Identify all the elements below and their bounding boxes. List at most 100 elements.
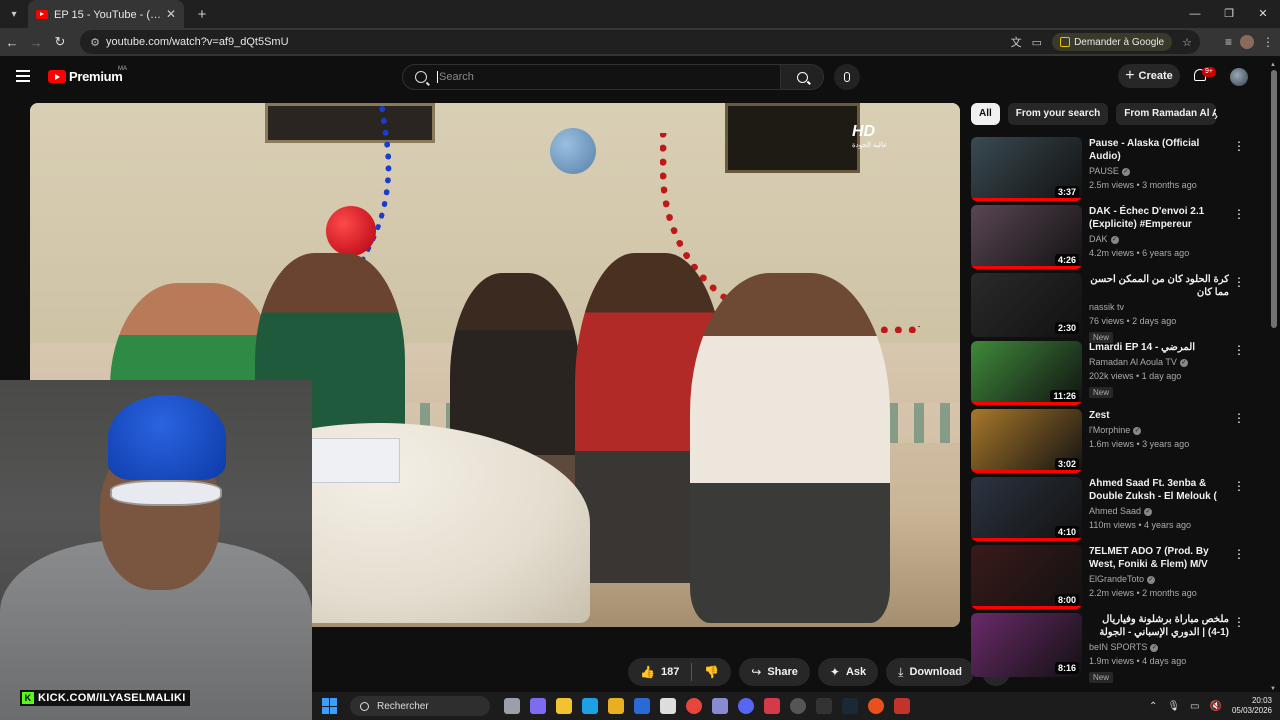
video-title[interactable]: 7ELMET ADO 7 (Prod. By West, Foniki & Fl… <box>1089 545 1229 571</box>
volume-muted-icon[interactable]: 🔇 <box>1210 701 1222 712</box>
cast-icon[interactable]: ▭ <box>1032 36 1042 49</box>
openai-icon[interactable] <box>790 698 806 714</box>
ask-button[interactable]: ✦ Ask <box>817 658 879 686</box>
channel-name[interactable]: DAK ✓ <box>1089 234 1229 245</box>
more-options-icon[interactable]: ⋮ <box>1233 480 1245 492</box>
edge-icon[interactable] <box>582 698 598 714</box>
video-title[interactable]: Pause - Alaska (Official Audio) <box>1089 137 1229 163</box>
taskbar-search[interactable]: Rechercher <box>350 696 490 716</box>
chevron-up-icon[interactable]: ⌃ <box>1149 701 1157 712</box>
recorder-icon[interactable] <box>894 698 910 714</box>
video-thumbnail[interactable]: 11:26 <box>971 341 1082 405</box>
recommendation-item[interactable]: 4:26 DAK - Échec D'envoi 2.1 (Explicite) … <box>971 205 1251 273</box>
translate-icon[interactable]: 文 <box>1011 34 1022 50</box>
more-options-icon[interactable]: ⋮ <box>1233 548 1245 560</box>
search-button[interactable] <box>780 64 824 90</box>
channel-name[interactable]: nassik tv <box>1089 302 1229 313</box>
thumbs-down-icon[interactable]: 👎 <box>704 665 719 679</box>
game-icon[interactable] <box>712 698 728 714</box>
video-thumbnail[interactable]: 3:02 <box>971 409 1082 473</box>
channel-name[interactable]: PAUSE ✓ <box>1089 166 1229 177</box>
create-button[interactable]: + Create <box>1118 64 1180 88</box>
chip-all[interactable]: All <box>971 103 1000 125</box>
recommendation-item[interactable]: 8:16 ملخص مباراة برشلونة وفياريال (1-4) |… <box>971 613 1251 683</box>
bookmark-star-icon[interactable]: ☆ <box>1182 36 1192 49</box>
forward-arrow-icon[interactable]: → <box>24 35 48 50</box>
browser-menu-icon[interactable]: ⋮ <box>1262 35 1274 49</box>
address-url[interactable]: youtube.com/watch?v=af9_dQt5SmU <box>106 36 289 48</box>
ask-google-button[interactable]: Demander à Google <box>1052 33 1173 51</box>
reading-list-icon[interactable]: ≡ <box>1225 35 1232 49</box>
tab-close-button[interactable]: ✕ <box>166 7 176 21</box>
channel-name[interactable]: ElGrandeToto ✓ <box>1089 574 1229 585</box>
scrollbar-thumb[interactable] <box>1271 70 1277 328</box>
address-bar[interactable]: ⚙ youtube.com/watch?v=af9_dQt5SmU 文 ▭ De… <box>80 30 1200 54</box>
scroll-up-icon[interactable]: ▲ <box>1270 62 1276 68</box>
video-thumbnail[interactable]: 8:00 <box>971 545 1082 609</box>
video-thumbnail[interactable]: 2:30 <box>971 273 1082 337</box>
file-explorer-icon[interactable] <box>556 698 572 714</box>
recommendation-item[interactable]: 2:30 كرة الحلود كان من الممكن احسن مما كا… <box>971 273 1251 343</box>
more-options-icon[interactable]: ⋮ <box>1233 344 1245 356</box>
video-thumbnail[interactable]: 4:26 <box>971 205 1082 269</box>
search-box[interactable] <box>402 64 781 90</box>
chrome-icon[interactable] <box>686 698 702 714</box>
more-options-icon[interactable]: ⋮ <box>1233 140 1245 152</box>
tab-search-button[interactable]: ▾ <box>0 0 28 28</box>
discord-icon[interactable] <box>738 698 754 714</box>
browser-tab-youtube[interactable]: EP 15 - YouTube - المرضي (385) ✕ <box>28 0 184 28</box>
video-title[interactable]: كرة الحلود كان من الممكن احسن مما كان <box>1089 273 1229 299</box>
channel-name[interactable]: Ahmed Saad ✓ <box>1089 506 1229 517</box>
minimize-button[interactable]: — <box>1178 0 1212 28</box>
more-options-icon[interactable]: ⋮ <box>1233 412 1245 424</box>
recommendation-item[interactable]: 4:10 Ahmed Saad Ft. 3enba & Double Zuksh … <box>971 477 1251 545</box>
video-title[interactable]: DAK - Échec D'envoi 2.1 (Explicite) #Emp… <box>1089 205 1229 231</box>
more-options-icon[interactable]: ⋮ <box>1233 276 1245 288</box>
maximize-button[interactable]: ❐ <box>1212 0 1246 28</box>
store-icon[interactable] <box>608 698 624 714</box>
more-options-icon[interactable]: ⋮ <box>1233 616 1245 628</box>
chip-from-your-search[interactable]: From your search <box>1007 103 1109 125</box>
like-count[interactable]: 187 <box>661 666 679 678</box>
microphone-tray-icon[interactable]: 🎙 <box>1167 701 1180 712</box>
video-title[interactable]: Zest <box>1089 409 1229 422</box>
outlook-icon[interactable] <box>634 698 650 714</box>
voice-search-button[interactable] <box>834 64 860 90</box>
recommendation-item[interactable]: 8:00 7ELMET ADO 7 (Prod. By West, Foniki … <box>971 545 1251 613</box>
reload-icon[interactable]: ↻ <box>48 34 72 50</box>
video-thumbnail[interactable]: 8:16 <box>971 613 1082 677</box>
copilot-icon[interactable] <box>530 698 546 714</box>
recommendation-item[interactable]: 3:37 Pause - Alaska (Official Audio) PAUSE… <box>971 137 1251 205</box>
video-title[interactable]: Lmardi EP 14 - المرضي <box>1089 341 1229 354</box>
epic-games-icon[interactable] <box>816 698 832 714</box>
download-button[interactable]: ⤓ Download <box>886 658 975 686</box>
recommendation-item[interactable]: 3:02 Zest l'Morphine ✓ 1.6m views • 3 years … <box>971 409 1251 477</box>
brave-icon[interactable] <box>868 698 884 714</box>
thumbs-up-icon[interactable]: 👍 <box>640 665 655 679</box>
taskbar-clock[interactable]: 20:03 05/03/2026 <box>1232 696 1272 716</box>
close-window-button[interactable]: ✕ <box>1246 0 1280 28</box>
account-avatar[interactable] <box>1230 68 1248 86</box>
photos-icon[interactable] <box>660 698 676 714</box>
youtube-premium-logo[interactable]: Premium MA <box>48 66 127 84</box>
task-view-icon[interactable] <box>504 698 520 714</box>
video-title[interactable]: Ahmed Saad Ft. 3enba & Double Zuksh - El… <box>1089 477 1229 503</box>
browser-profile-avatar[interactable] <box>1240 35 1254 49</box>
recommendation-item[interactable]: 11:26 Lmardi EP 14 - المرضي Ramadan Al Aou… <box>971 341 1251 409</box>
site-info-icon[interactable]: ⚙ <box>84 36 106 49</box>
back-arrow-icon[interactable]: ← <box>0 35 24 50</box>
menu-icon[interactable] <box>16 70 30 82</box>
video-thumbnail[interactable]: 4:10 <box>971 477 1082 541</box>
windows-start-icon[interactable] <box>322 698 338 714</box>
page-scrollbar[interactable]: ▲ ▼ <box>1270 62 1278 692</box>
video-title[interactable]: ملخص مباراة برشلونة وفياريال (1-4) | الد… <box>1089 613 1229 639</box>
chevron-right-icon[interactable]: › <box>1214 109 1218 123</box>
video-thumbnail[interactable]: 3:37 <box>971 137 1082 201</box>
adobe-icon[interactable] <box>764 698 780 714</box>
search-input[interactable] <box>437 71 757 83</box>
channel-name[interactable]: l'Morphine ✓ <box>1089 425 1229 436</box>
new-tab-button[interactable]: + <box>190 6 214 23</box>
more-options-icon[interactable]: ⋮ <box>1233 208 1245 220</box>
steam-icon[interactable] <box>842 698 858 714</box>
channel-name[interactable]: beIN SPORTS ✓ <box>1089 642 1229 653</box>
